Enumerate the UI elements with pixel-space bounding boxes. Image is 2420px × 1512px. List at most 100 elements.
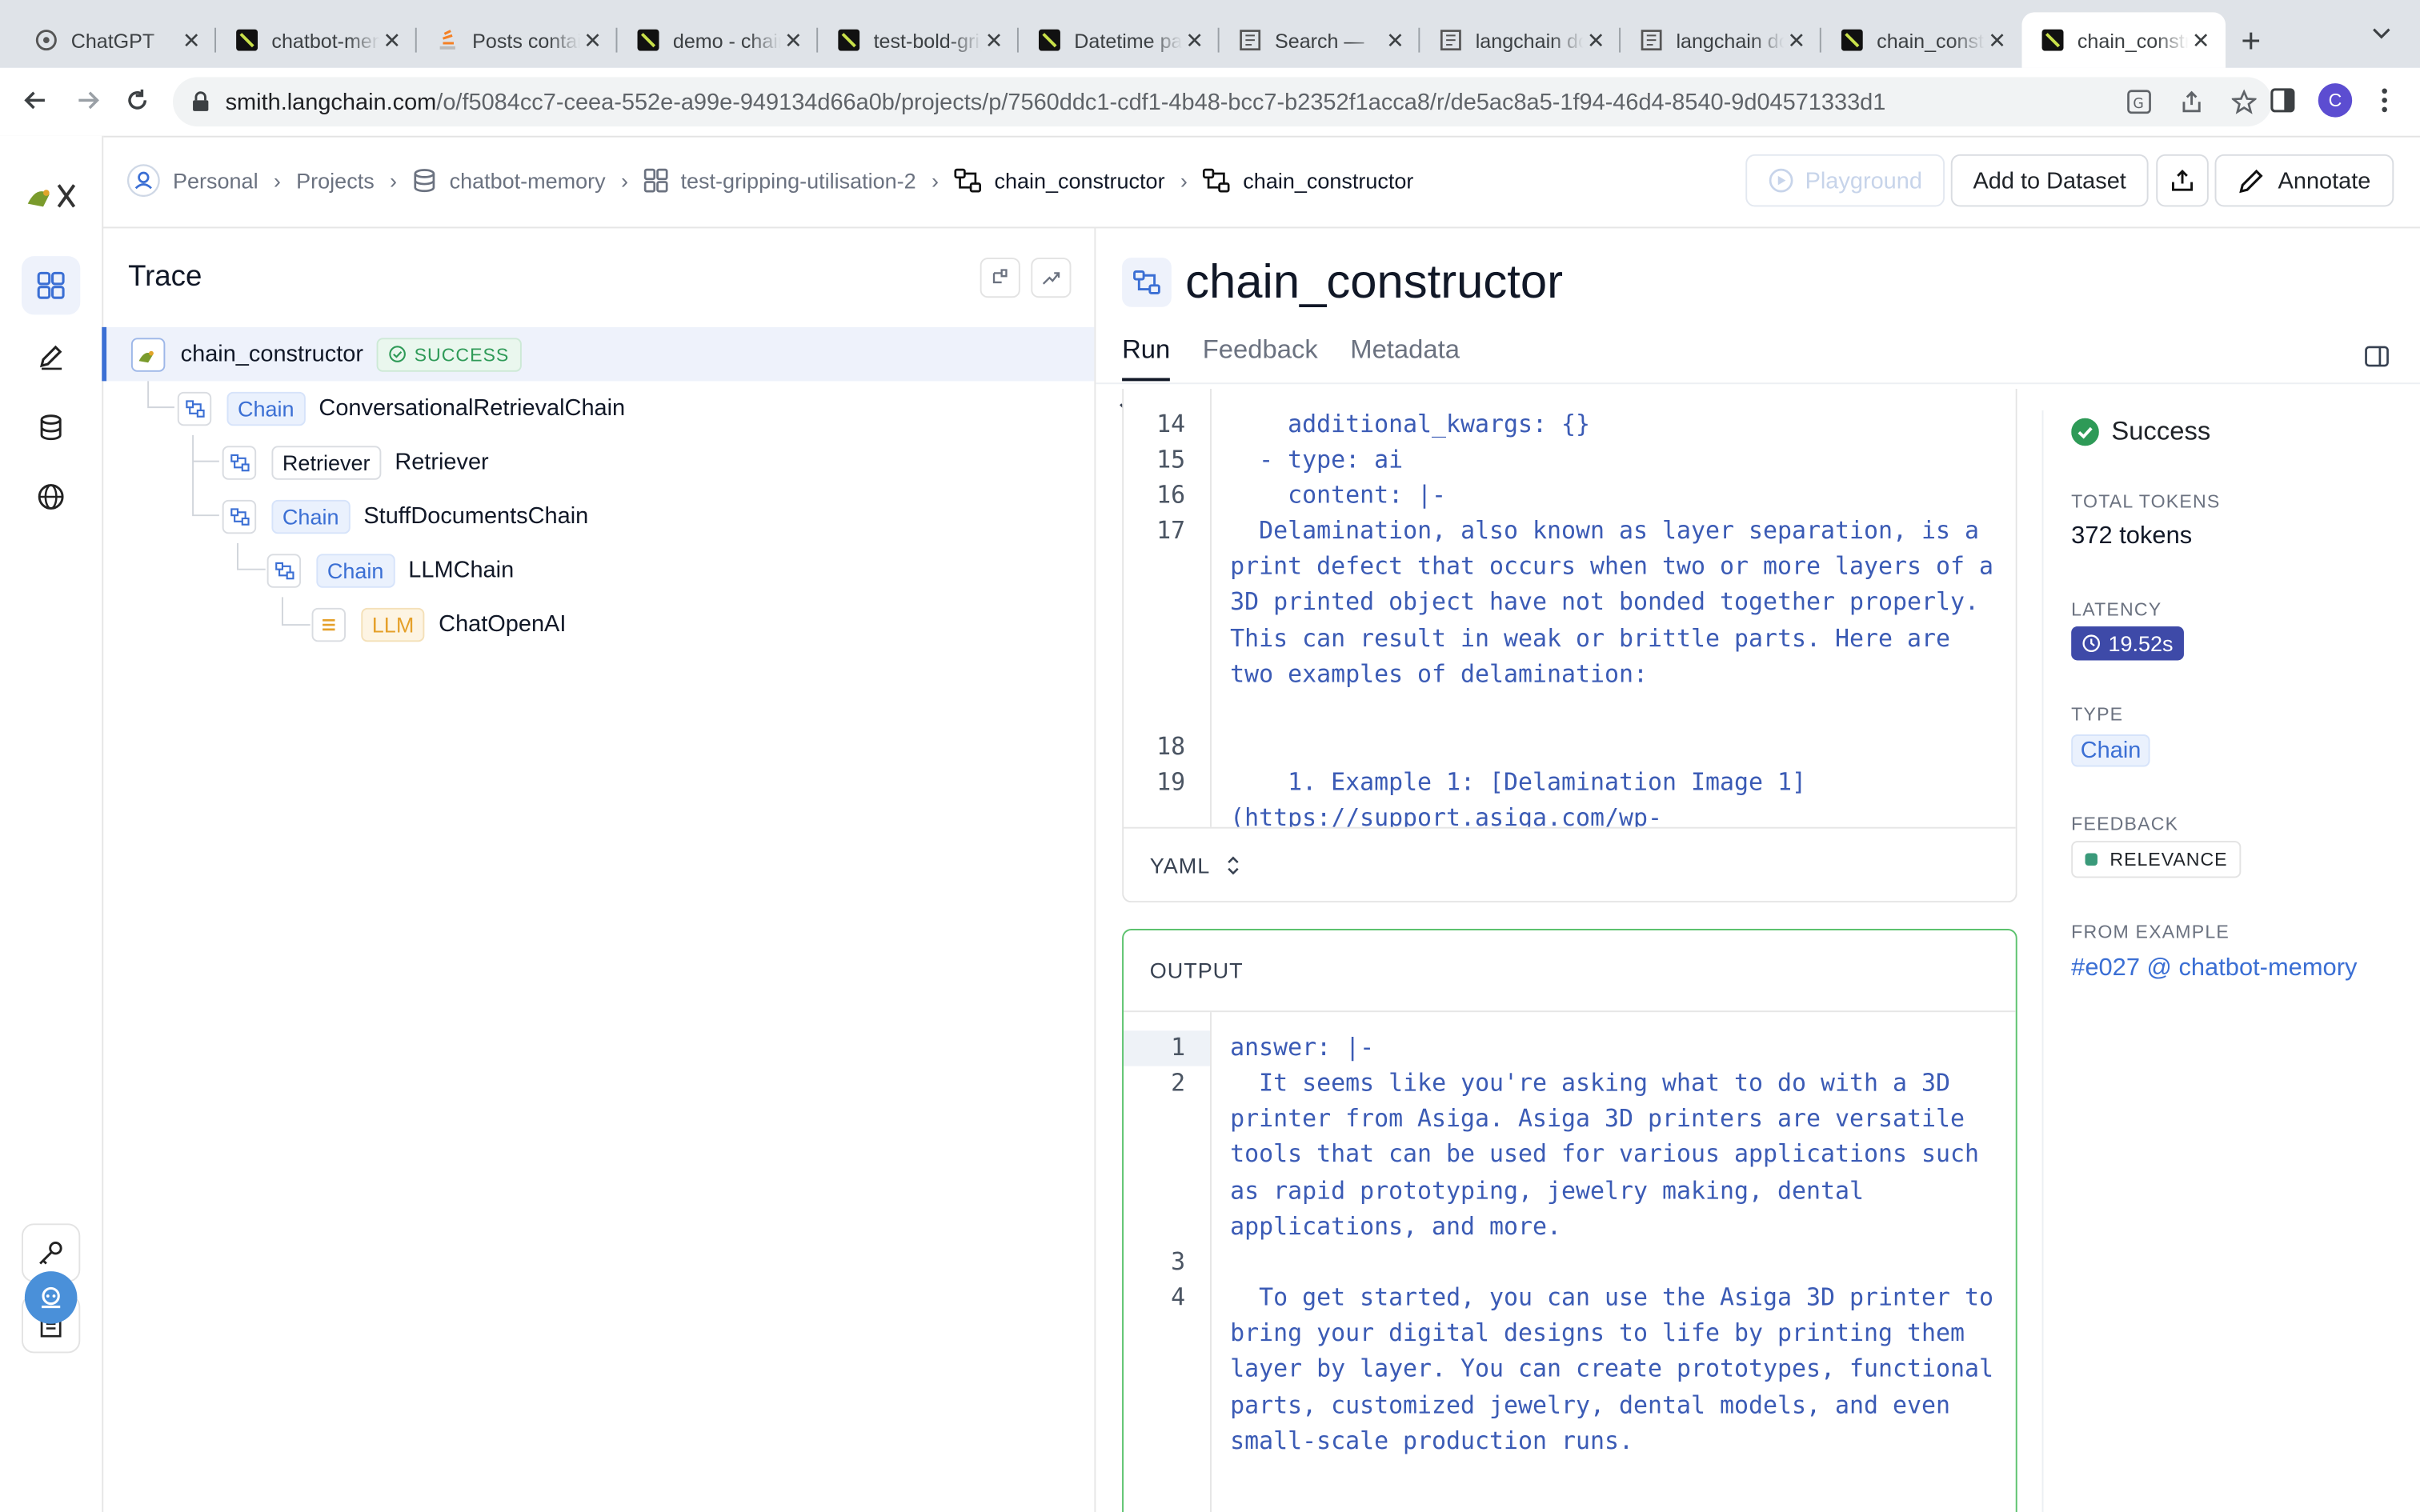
- close-icon[interactable]: ✕: [580, 27, 605, 54]
- add-to-dataset-button[interactable]: Add to Dataset: [1950, 154, 2149, 207]
- annotate-nav-icon[interactable]: [22, 327, 80, 386]
- trace-node[interactable]: Retriever Retriever: [102, 435, 1215, 490]
- tab-run[interactable]: Run: [1122, 335, 1171, 382]
- user-circle-icon: [126, 163, 160, 198]
- chevron-right-icon: ›: [390, 168, 398, 194]
- trace-node[interactable]: Chain ConversationalRetrievalChain: [102, 381, 1170, 435]
- browser-tab[interactable]: chain_constructor ✕: [1821, 12, 2022, 67]
- breadcrumb-personal[interactable]: Personal: [126, 163, 258, 198]
- tab-feedback[interactable]: Feedback: [1203, 335, 1318, 382]
- breadcrumb-label: chain_constructor: [994, 168, 1165, 194]
- check-circle-icon: [2071, 418, 2099, 446]
- chevron-right-icon: ›: [932, 168, 940, 194]
- chevron-right-icon: ›: [1180, 168, 1188, 194]
- side-panel-icon[interactable]: [2269, 86, 2297, 114]
- input-code-editor[interactable]: 14 15 16 17 18 19 additional_kwargs: {} …: [1124, 389, 2016, 827]
- latency-value: 19.52s: [2108, 630, 2174, 656]
- tab-metadata[interactable]: Metadata: [1350, 335, 1460, 382]
- bookmark-star-icon[interactable]: [2231, 89, 2257, 114]
- output-code-editor[interactable]: 1 2 3 4 answer: |- It seems like you're …: [1124, 1012, 2016, 1512]
- close-icon[interactable]: ✕: [1383, 27, 1408, 54]
- line-number: 1: [1171, 1034, 1186, 1062]
- lock-icon[interactable]: [191, 91, 210, 113]
- code-line: It seems like you're asking what to do w…: [1230, 1069, 1993, 1241]
- hub-globe-icon[interactable]: [22, 467, 80, 526]
- tab-title: demo - chain: [672, 28, 781, 52]
- left-nav-rail: [0, 135, 104, 1512]
- annotate-button[interactable]: Annotate: [2214, 154, 2394, 207]
- total-tokens-label: TOTAL TOKENS: [2071, 490, 2221, 513]
- browser-tab[interactable]: ChatGPT ✕: [15, 12, 217, 67]
- llm-icon: [311, 606, 347, 642]
- export-button[interactable]: [2156, 154, 2209, 207]
- langsmith-icon: [234, 28, 259, 53]
- close-icon[interactable]: ✕: [1182, 27, 1207, 54]
- browser-tab[interactable]: langchain docs ✕: [1420, 12, 1621, 67]
- breadcrumb-projects[interactable]: Projects: [296, 168, 375, 193]
- breadcrumb-project[interactable]: test-gripping-utilisation-2: [643, 168, 916, 193]
- datasets-nav-icon[interactable]: [22, 398, 80, 457]
- chain-icon: [222, 498, 257, 534]
- docs-icon: [1238, 28, 1263, 53]
- langsmith-logo[interactable]: [25, 179, 80, 213]
- breadcrumb-run-parent[interactable]: chain_constructor: [954, 168, 1165, 194]
- new-tab-button[interactable]: +: [2241, 22, 2261, 62]
- close-icon[interactable]: ✕: [982, 27, 1007, 54]
- address-bar[interactable]: smith.langchain.com/o/f5084cc7-ceea-552e…: [173, 77, 2272, 127]
- trace-node[interactable]: Chain LLMChain: [102, 543, 1259, 598]
- pencil-icon: [2238, 166, 2266, 194]
- close-icon[interactable]: ✕: [179, 27, 204, 54]
- url-text: smith.langchain.com/o/f5084cc7-ceea-552e…: [226, 89, 1886, 115]
- profile-avatar[interactable]: C: [2318, 83, 2353, 118]
- close-icon[interactable]: ✕: [781, 27, 806, 54]
- line-number: 15: [1156, 446, 1186, 474]
- breadcrumb-run-current[interactable]: chain_constructor: [1203, 168, 1413, 193]
- browser-tab[interactable]: Posts containing ✕: [417, 12, 618, 67]
- feedback-chip[interactable]: RELEVANCE: [2071, 841, 2242, 878]
- close-icon[interactable]: ✕: [1784, 27, 1809, 54]
- close-icon[interactable]: ✕: [1985, 27, 2009, 54]
- tabs-divider: [1096, 382, 2420, 385]
- browser-tab[interactable]: test-bold-gripping ✕: [818, 12, 1019, 67]
- trace-node[interactable]: Chain StuffDocumentsChain: [102, 489, 1215, 543]
- user-avatar-icon[interactable]: [24, 1271, 78, 1324]
- projects-nav-icon[interactable]: [22, 256, 81, 315]
- browser-tab-strip: ChatGPT ✕ chatbot-memory ✕ Posts contain…: [0, 0, 2420, 68]
- trace-node-root[interactable]: chain_constructor SUCCESS: [102, 326, 1095, 382]
- close-icon[interactable]: ✕: [2189, 27, 2214, 54]
- line-number: 4: [1171, 1283, 1186, 1312]
- browser-tab[interactable]: chatbot-memory ✕: [216, 12, 417, 67]
- browser-tab[interactable]: Datetime parse ✕: [1019, 12, 1220, 67]
- line-number: 3: [1171, 1248, 1186, 1276]
- breadcrumb-label: chain_constructor: [1243, 168, 1414, 194]
- status-badge: SUCCESS: [377, 337, 522, 371]
- grid-icon: [643, 168, 668, 193]
- back-arrow-icon[interactable]: [22, 86, 50, 114]
- from-example-link[interactable]: #e027 @ chatbot-memory: [2071, 955, 2357, 983]
- trace-node-name: Retriever: [395, 449, 489, 476]
- input-card: 14 15 16 17 18 19 additional_kwargs: {} …: [1122, 389, 2017, 903]
- forward-arrow-icon[interactable]: [74, 86, 102, 114]
- browser-tab-active[interactable]: chain_constructor ✕: [2021, 12, 2226, 68]
- tab-search-icon[interactable]: [2370, 22, 2392, 43]
- run-type-pill: Chain: [226, 390, 306, 426]
- reload-icon[interactable]: [123, 86, 151, 114]
- close-icon[interactable]: ✕: [379, 27, 404, 54]
- playground-button[interactable]: Playground: [1745, 154, 1945, 207]
- run-status: Success: [2071, 417, 2210, 448]
- panel-toggle-icon[interactable]: [2365, 344, 2390, 369]
- browser-tab[interactable]: langchain docs ✕: [1621, 12, 1821, 67]
- breadcrumb-dataset[interactable]: chatbot-memory: [412, 168, 606, 193]
- run-title: chain_constructor: [1185, 254, 1564, 309]
- tab-title: chain_constructor: [1877, 28, 1985, 52]
- format-selector[interactable]: YAML: [1124, 826, 2016, 902]
- play-icon: [1768, 168, 1793, 193]
- translate-icon[interactable]: G: [2127, 90, 2152, 114]
- browser-tab[interactable]: demo - chain ✕: [617, 12, 819, 67]
- browser-menu-icon[interactable]: [2377, 86, 2392, 114]
- close-icon[interactable]: ✕: [1584, 27, 1609, 54]
- share-icon[interactable]: [2179, 90, 2204, 114]
- run-type-pill: Chain: [271, 498, 351, 534]
- browser-tab[interactable]: Search — ✕: [1220, 12, 1420, 67]
- run-detail-panel: chain_constructor Run Feedback Metadata …: [1096, 227, 2420, 1512]
